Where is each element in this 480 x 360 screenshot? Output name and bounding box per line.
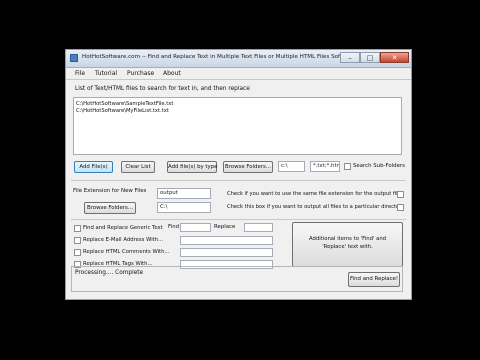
- divider: [71, 180, 406, 181]
- status-text: Processing.... Complete: [75, 270, 144, 276]
- minimize-button[interactable]: –: [340, 52, 360, 63]
- email-label: Replace E-Mail Address With...: [83, 237, 164, 243]
- html-comments-checkbox[interactable]: [74, 249, 81, 256]
- same-extension-label: Check if you want to use the same file e…: [227, 191, 401, 197]
- menu-about[interactable]: About: [163, 70, 181, 77]
- generic-text-checkbox[interactable]: [74, 225, 81, 232]
- file-list-label: List of Text/HTML files to search for te…: [75, 86, 250, 92]
- close-button[interactable]: ✕: [380, 52, 409, 63]
- extension-input[interactable]: output: [157, 188, 211, 199]
- generic-text-label: Find and Replace Generic Text: [83, 225, 163, 231]
- output-directory-label: Check this box if you want to output all…: [227, 204, 405, 210]
- clear-list-button[interactable]: Clear List: [121, 161, 155, 173]
- window-title: HotHotSoftware.com -- Find and Replace T…: [82, 54, 356, 60]
- email-replace-input[interactable]: [180, 236, 273, 245]
- menu-bar: File Tutorial Purchase About: [66, 68, 411, 80]
- add-by-type-button[interactable]: Add file(s) by type: [167, 161, 217, 173]
- divider: [71, 219, 406, 220]
- app-window: HotHotSoftware.com -- Find and Replace T…: [65, 49, 412, 300]
- output-directory-checkbox[interactable]: [397, 204, 404, 211]
- title-bar[interactable]: HotHotSoftware.com -- Find and Replace T…: [66, 50, 411, 68]
- email-checkbox[interactable]: [74, 237, 81, 244]
- extension-label: File Extension for New Files: [73, 188, 147, 194]
- output-folder-input[interactable]: C:\: [157, 202, 211, 213]
- replace-input[interactable]: [244, 223, 273, 232]
- menu-purchase[interactable]: Purchase: [127, 70, 154, 77]
- find-and-replace-button[interactable]: Find and Replace!: [348, 272, 400, 287]
- file-types-input[interactable]: *.txt;*.htm;: [310, 161, 340, 172]
- replace-column-label: Replace: [214, 224, 236, 230]
- status-panel: Processing.... Complete Find and Replace…: [71, 266, 403, 292]
- find-column-label: Find: [168, 224, 180, 230]
- menu-file[interactable]: File: [75, 70, 85, 77]
- file-list[interactable]: C:\HotHotSoftware\SampleTextFile.txt C:\…: [73, 97, 402, 155]
- output-browse-folders-button[interactable]: Browse Folders...: [84, 202, 136, 214]
- same-extension-checkbox[interactable]: [397, 191, 404, 198]
- maximize-button[interactable]: □: [360, 52, 380, 63]
- html-comments-replace-input[interactable]: [180, 248, 273, 257]
- app-icon: [70, 54, 78, 62]
- menu-tutorial[interactable]: Tutorial: [95, 70, 117, 77]
- list-item[interactable]: C:\HotHotSoftware\SampleTextFile.txt: [76, 101, 173, 107]
- additional-items-button[interactable]: Additional items to 'Find' and 'Replace'…: [292, 222, 403, 267]
- folder-input[interactable]: c:\: [278, 161, 305, 172]
- browse-folders-button[interactable]: Browse Folders...: [223, 161, 273, 173]
- search-subfolders-label: Search Sub-Folders: [353, 163, 405, 169]
- html-comments-label: Replace HTML Comments With...: [83, 249, 170, 255]
- list-item[interactable]: C:\HotHotSoftware\MyFileList.txt.txt: [76, 108, 169, 114]
- find-input[interactable]: [180, 223, 211, 232]
- add-files-button[interactable]: Add File(s): [74, 161, 113, 173]
- main-panel: List of Text/HTML files to search for te…: [66, 80, 411, 299]
- search-subfolders-checkbox[interactable]: [344, 163, 351, 170]
